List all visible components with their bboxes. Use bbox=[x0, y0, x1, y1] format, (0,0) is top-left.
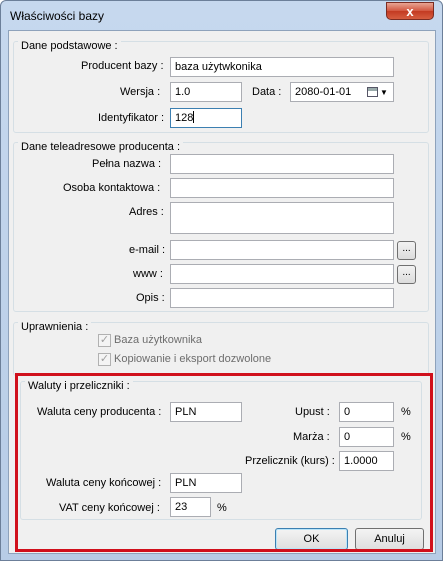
ok-button[interactable]: OK bbox=[275, 528, 348, 550]
date-picker[interactable]: 2080-01-01 bbox=[290, 82, 394, 102]
dialog-client: Dane podstawowe : Producent bazy : baza … bbox=[8, 30, 436, 554]
email-input[interactable] bbox=[170, 240, 394, 260]
waluta-koncowa-input[interactable]: PLN bbox=[170, 473, 242, 493]
adres-label: Adres : bbox=[129, 206, 164, 218]
waluta-producenta-label: Waluta ceny producenta : bbox=[37, 406, 162, 418]
window-title: Właściwości bazy bbox=[10, 9, 105, 23]
vat-input[interactable]: 23 bbox=[170, 497, 211, 517]
group-title-waluty: Waluty i przeliczniki : bbox=[25, 380, 133, 393]
www-label: www : bbox=[133, 268, 163, 280]
wersja-input[interactable]: 1.0 bbox=[170, 82, 242, 102]
baza-uzytkownika-checkbox[interactable]: ✓ bbox=[98, 334, 111, 347]
baza-uzytkownika-label: Baza użytkownika bbox=[114, 334, 203, 346]
group-title-dane-podstawowe: Dane podstawowe : bbox=[18, 40, 121, 53]
group-title-teleadresowe: Dane teleadresowe producenta : bbox=[18, 141, 183, 154]
opis-label: Opis : bbox=[136, 292, 165, 304]
email-browse-button[interactable]: ... bbox=[397, 241, 416, 260]
email-label: e-mail : bbox=[129, 244, 166, 256]
data-label: Data : bbox=[252, 86, 282, 98]
group-uprawnienia: Uprawnienia : bbox=[13, 321, 429, 376]
wersja-label: Wersja : bbox=[120, 86, 161, 98]
marza-label: Marża : bbox=[293, 431, 330, 443]
title-bar[interactable]: Właściwości bazy x bbox=[1, 1, 442, 31]
close-button[interactable]: x bbox=[386, 2, 434, 20]
www-browse-button[interactable]: ... bbox=[397, 265, 416, 284]
adres-input[interactable] bbox=[170, 202, 394, 234]
kopiowanie-checkbox[interactable]: ✓ bbox=[98, 353, 111, 366]
upust-percent: % bbox=[401, 406, 411, 418]
przelicznik-label: Przelicznik (kurs) : bbox=[245, 455, 335, 467]
upust-label: Upust : bbox=[295, 406, 330, 418]
osoba-input[interactable] bbox=[170, 178, 394, 198]
producent-label: Producent bazy : bbox=[81, 60, 164, 72]
vat-percent: % bbox=[217, 502, 227, 514]
vat-label: VAT ceny końcowej : bbox=[59, 502, 160, 514]
calendar-icon[interactable] bbox=[367, 87, 378, 97]
kopiowanie-label: Kopiowanie i eksport dozwolone bbox=[114, 353, 272, 365]
www-input[interactable] bbox=[170, 264, 394, 284]
chevron-down-icon[interactable]: ▼ bbox=[380, 89, 388, 97]
marza-input[interactable]: 0 bbox=[339, 427, 394, 447]
opis-input[interactable] bbox=[170, 288, 394, 308]
waluta-koncowa-label: Waluta ceny końcowej : bbox=[46, 477, 162, 489]
marza-percent: % bbox=[401, 431, 411, 443]
pelna-nazwa-label: Pełna nazwa : bbox=[92, 158, 162, 170]
upust-input[interactable]: 0 bbox=[339, 402, 394, 422]
osoba-label: Osoba kontaktowa : bbox=[63, 182, 161, 194]
close-icon[interactable]: x bbox=[406, 4, 413, 19]
identyfikator-value: 128 bbox=[175, 112, 194, 124]
producent-input[interactable]: baza użytwkonika bbox=[170, 57, 394, 77]
identyfikator-input[interactable]: 128 bbox=[170, 108, 242, 128]
text-caret bbox=[193, 111, 195, 123]
waluta-producenta-input[interactable]: PLN bbox=[170, 402, 242, 422]
identyfikator-label: Identyfikator : bbox=[98, 112, 165, 124]
pelna-nazwa-input[interactable] bbox=[170, 154, 394, 174]
group-title-uprawnienia: Uprawnienia : bbox=[18, 321, 92, 334]
dialog-window: Właściwości bazy x Dane podstawowe : Pro… bbox=[0, 0, 443, 561]
przelicznik-input[interactable]: 1.0000 bbox=[339, 451, 394, 471]
cancel-button[interactable]: Anuluj bbox=[355, 528, 424, 550]
date-value: 2080-01-01 bbox=[295, 86, 352, 98]
